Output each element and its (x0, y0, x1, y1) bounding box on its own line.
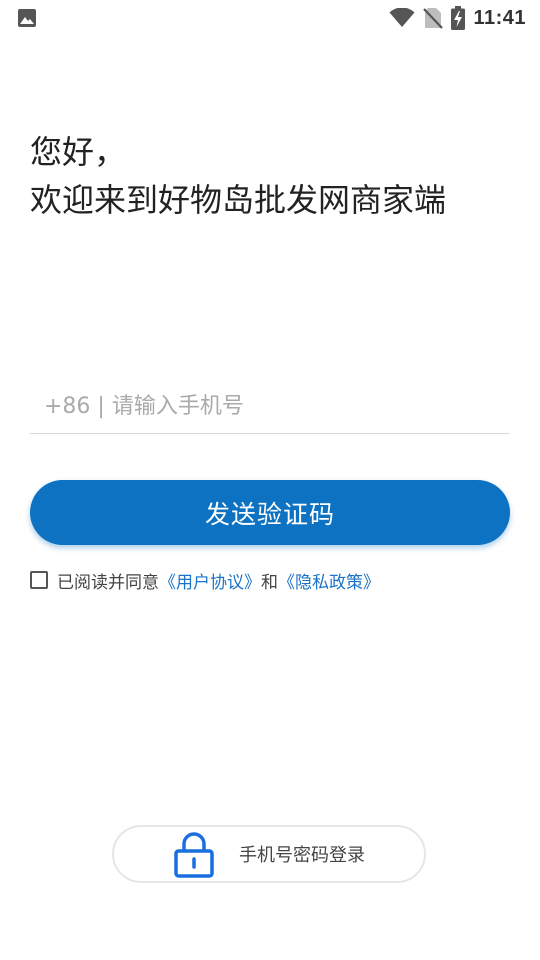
user-agreement-link[interactable]: 《用户协议》 (159, 568, 261, 593)
phone-field (30, 380, 510, 434)
send-code-button[interactable]: 发送验证码 (30, 480, 510, 545)
greeting-heading: 您好， 欢迎来到好物岛批发网商家端 (30, 128, 510, 224)
status-icons: 11:41 (389, 0, 526, 36)
greeting-line-1: 您好， (30, 133, 127, 171)
wifi-icon (389, 8, 415, 27)
agreement-row: 已阅读并同意 《用户协议》 和 《隐私政策》 (30, 568, 380, 593)
no-sim-icon (423, 8, 444, 29)
greeting-line-2: 欢迎来到好物岛批发网商家端 (30, 181, 447, 219)
privacy-policy-link[interactable]: 《隐私政策》 (278, 568, 380, 593)
agreement-conjunction: 和 (261, 572, 278, 593)
lock-icon (174, 832, 214, 878)
password-login-label: 手机号密码登录 (239, 845, 365, 866)
status-bar: 11:41 (0, 0, 540, 36)
image-icon (18, 9, 36, 27)
status-time: 11:41 (473, 6, 526, 29)
agreement-prefix: 已阅读并同意 (57, 572, 159, 593)
agreement-checkbox[interactable] (30, 571, 48, 589)
send-code-button-label: 发送验证码 (204, 499, 335, 529)
phone-input[interactable] (30, 394, 510, 419)
battery-charging-icon (451, 6, 466, 30)
password-login-button[interactable]: 手机号密码登录 (112, 825, 426, 883)
